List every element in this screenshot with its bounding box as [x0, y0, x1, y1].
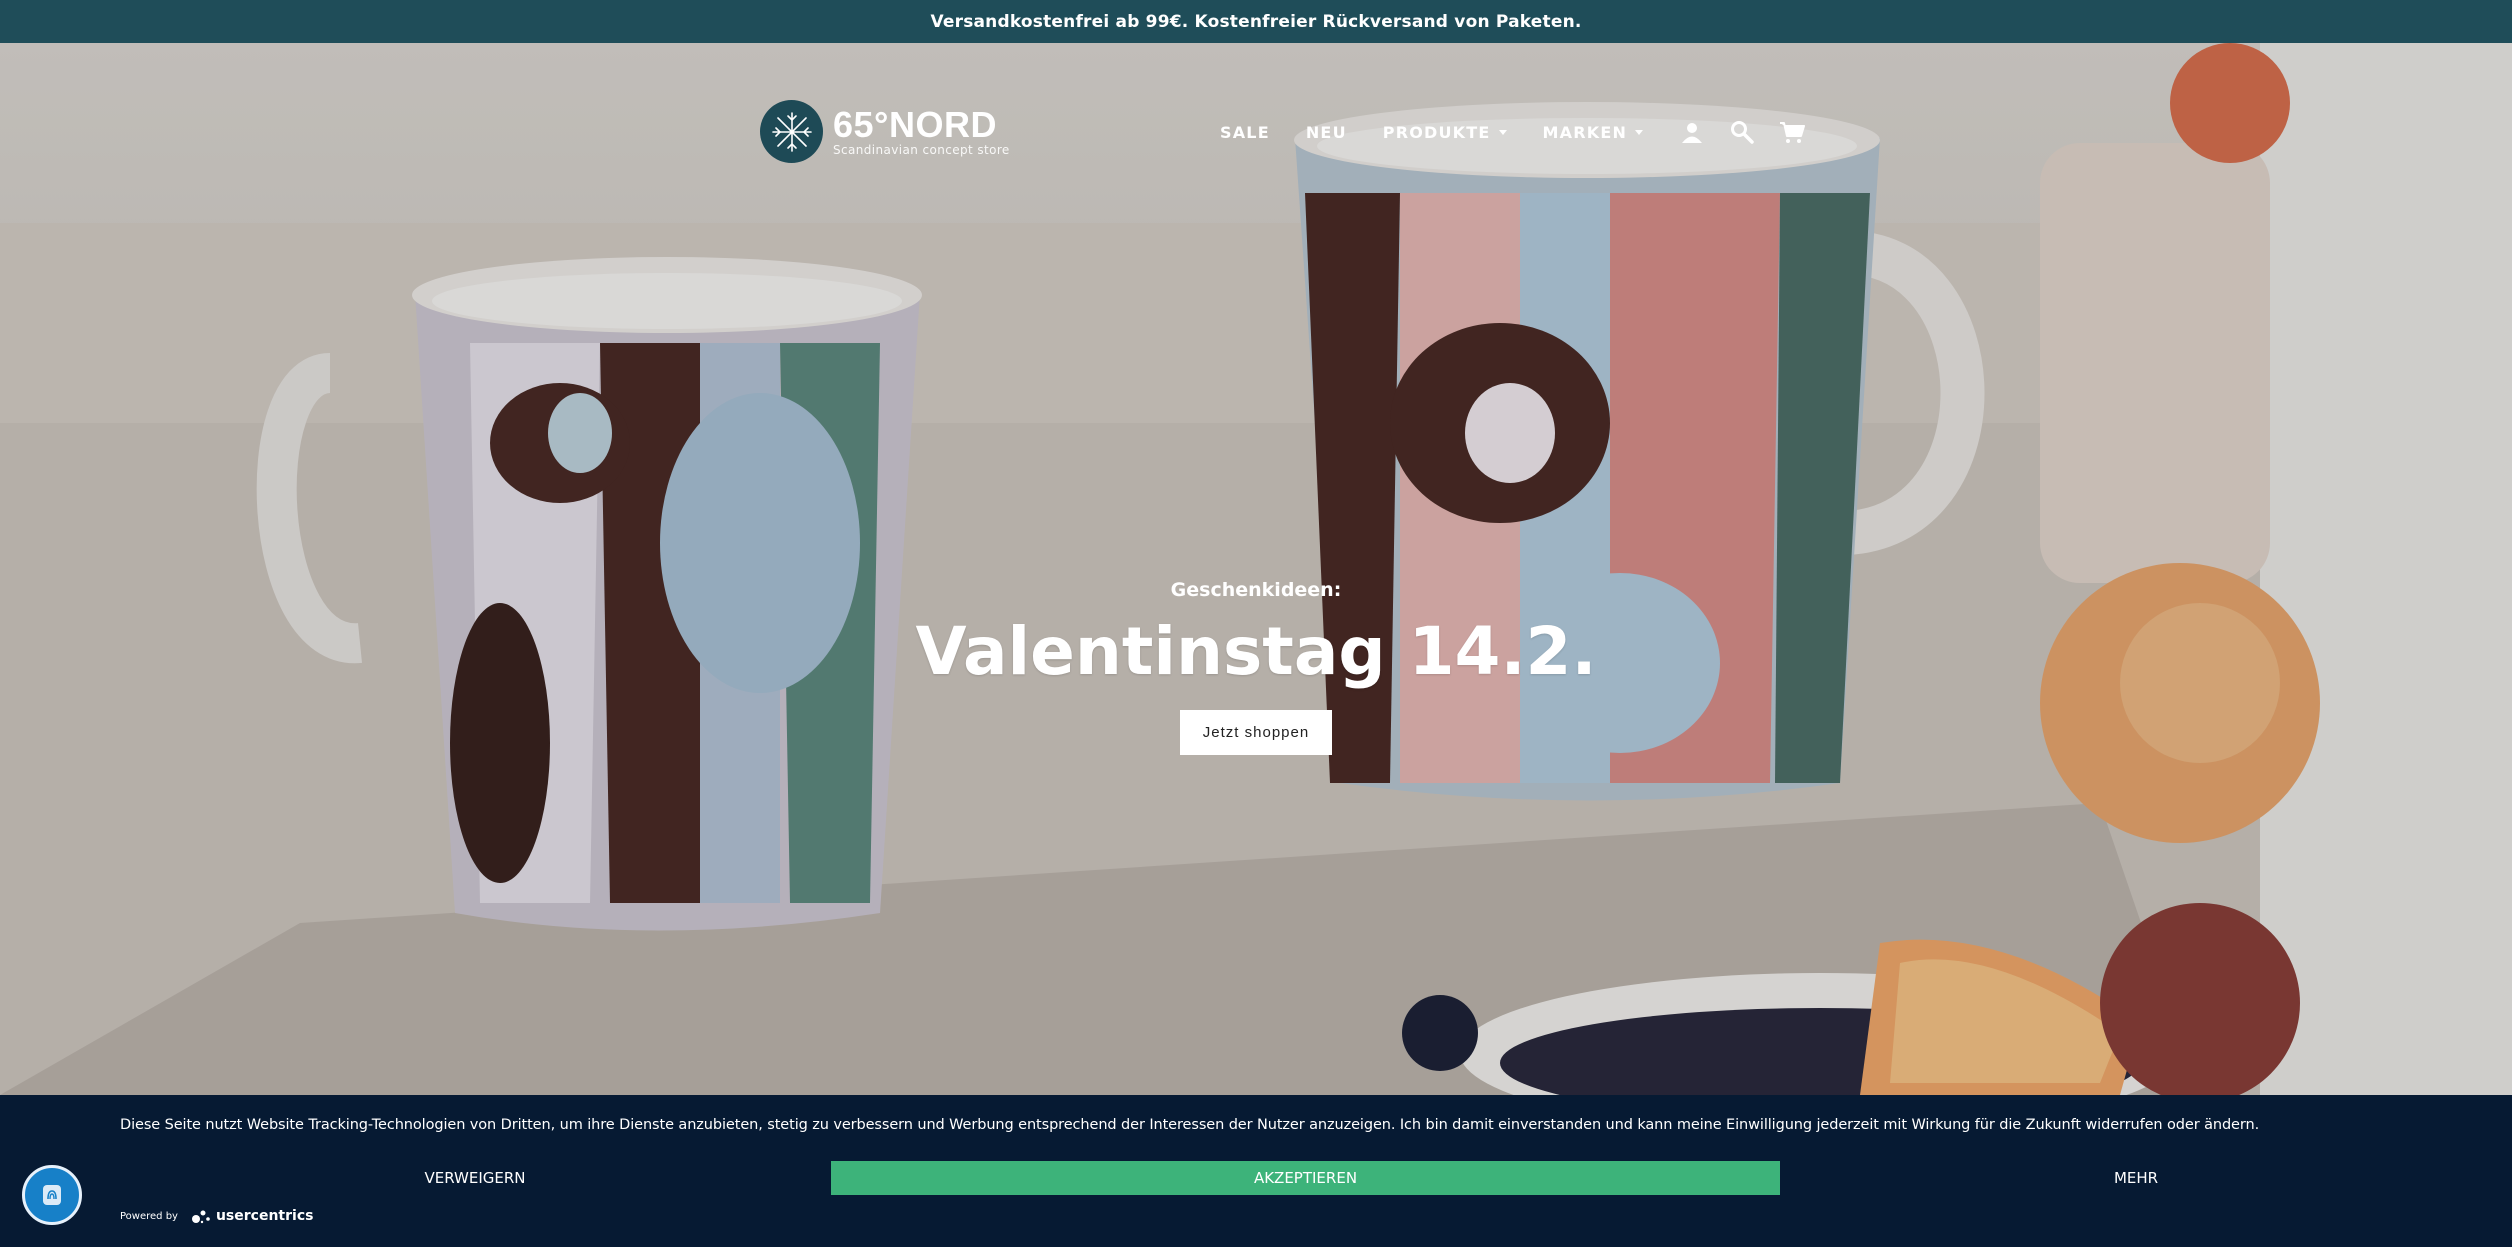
- chevron-down-icon: [1498, 129, 1507, 135]
- shop-now-button[interactable]: Jetzt shoppen: [1180, 710, 1332, 755]
- usercentrics-logo: usercentrics: [190, 1207, 314, 1225]
- announcement-text: Versandkostenfrei ab 99€. Kostenfreier R…: [930, 11, 1582, 32]
- powered-by-label: Powered by: [120, 1210, 178, 1222]
- store-logo[interactable]: 65°NORD Scandinavian concept store: [760, 100, 1010, 163]
- hero-content: Geschenkideen: Valentinstag 14.2. Jetzt …: [0, 579, 2512, 755]
- privacy-settings-button[interactable]: [22, 1165, 82, 1225]
- usercentrics-brand: usercentrics: [215, 1208, 314, 1224]
- cookie-banner: Diese Seite nutzt Website Tracking-Techn…: [0, 1095, 2512, 1247]
- announcement-bar: Versandkostenfrei ab 99€. Kostenfreier R…: [0, 0, 2512, 43]
- main-nav: SALE NEU PRODUKTE MARKEN: [1220, 119, 1806, 145]
- powered-by: Powered by usercentrics: [120, 1207, 313, 1225]
- search-icon[interactable]: [1729, 119, 1755, 145]
- cookie-consent-text: Diese Seite nutzt Website Tracking-Techn…: [120, 1117, 2260, 1133]
- nav-item-neu[interactable]: NEU: [1306, 123, 1347, 142]
- chevron-down-icon: [1635, 129, 1644, 135]
- nav-item-label: NEU: [1305, 122, 1347, 142]
- nav-item-label: SALE: [1220, 122, 1270, 142]
- account-icon[interactable]: [1679, 119, 1705, 145]
- snowflake-logo-icon: [760, 100, 823, 163]
- usercentrics-icon: [191, 1210, 210, 1224]
- logo-tagline: Scandinavian concept store: [833, 142, 1010, 157]
- hero-banner[interactable]: 65°NORD Scandinavian concept store SALE …: [0, 43, 2512, 1095]
- fingerprint-icon: [43, 1185, 61, 1205]
- more-button[interactable]: MEHR: [1781, 1161, 2491, 1195]
- nav-item-label: PRODUKTE: [1382, 122, 1491, 142]
- hero-subtitle: Geschenkideen:: [1170, 579, 1342, 601]
- nav-item-produkte[interactable]: PRODUKTE: [1383, 123, 1507, 142]
- nav-item-marken[interactable]: MARKEN: [1543, 123, 1644, 142]
- deny-button[interactable]: VERWEIGERN: [120, 1161, 830, 1195]
- cart-icon[interactable]: [1779, 119, 1806, 145]
- nav-item-sale[interactable]: SALE: [1220, 123, 1270, 142]
- accept-button[interactable]: AKZEPTIEREN: [831, 1161, 1780, 1195]
- nav-item-label: MARKEN: [1542, 122, 1628, 142]
- hero-title: Valentinstag 14.2.: [915, 613, 1597, 690]
- logo-name: 65°NORD: [833, 103, 997, 145]
- hero-image: [0, 43, 2512, 1095]
